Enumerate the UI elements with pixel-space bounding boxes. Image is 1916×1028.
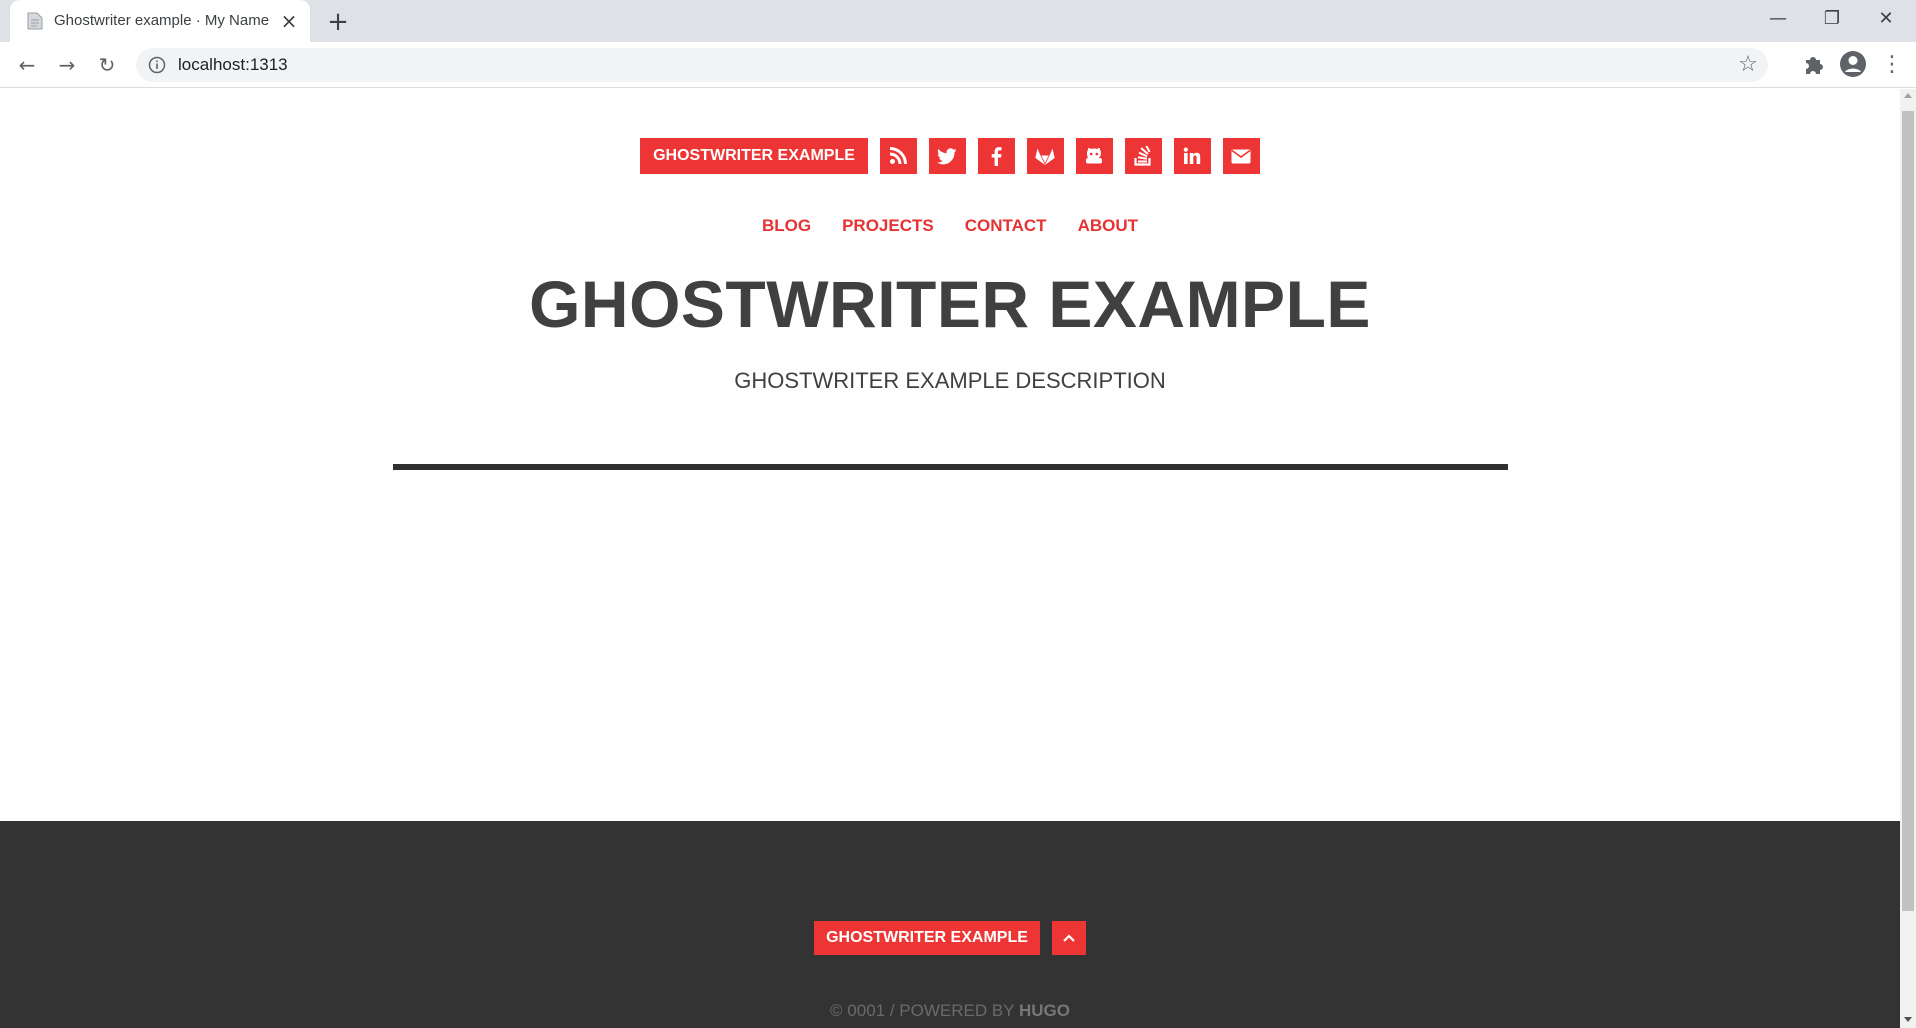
github-icon[interactable] xyxy=(1075,138,1113,174)
scroll-down-icon[interactable] xyxy=(1904,1017,1912,1022)
back-icon[interactable]: ← xyxy=(12,50,42,80)
new-tab-icon[interactable]: + xyxy=(324,8,352,36)
stackoverflow-icon[interactable] xyxy=(1124,138,1162,174)
twitter-icon[interactable] xyxy=(928,138,966,174)
copyright: © 0001 / POWERED BY HUGO xyxy=(0,999,1900,1023)
facebook-icon[interactable] xyxy=(977,138,1015,174)
email-icon[interactable] xyxy=(1222,138,1260,174)
nav-blog[interactable]: BLOG xyxy=(762,213,811,239)
footer-row: GHOSTWRITER EXAMPLE xyxy=(0,921,1900,955)
browser-toolbar: ← → ↻ localhost:1313 ☆ ⋮ xyxy=(0,42,1916,88)
profile-icon[interactable] xyxy=(1838,49,1868,79)
address-bar[interactable]: localhost:1313 ☆ xyxy=(136,48,1768,82)
reload-icon[interactable]: ↻ xyxy=(92,50,122,80)
scrollbar[interactable] xyxy=(1900,89,1916,1028)
tab-strip: Ghostwriter example · My Name × + — ❐ ✕ xyxy=(0,0,1916,42)
page-viewport: GHOSTWRITER EXAMPLE BLOG PROJECTS CONTAC… xyxy=(0,89,1900,1028)
linkedin-icon[interactable] xyxy=(1173,138,1211,174)
info-icon[interactable] xyxy=(148,56,166,74)
chevron-up-icon xyxy=(1063,934,1075,942)
main-nav: BLOG PROJECTS CONTACT ABOUT xyxy=(0,213,1900,239)
nav-contact[interactable]: CONTACT xyxy=(965,213,1047,239)
forward-icon[interactable]: → xyxy=(52,50,82,80)
page-icon xyxy=(27,12,43,30)
rss-icon[interactable] xyxy=(879,138,917,174)
maximize-button[interactable]: ❐ xyxy=(1810,4,1854,34)
close-window-button[interactable]: ✕ xyxy=(1864,4,1908,34)
bookmark-star-icon[interactable]: ☆ xyxy=(1736,53,1760,77)
scroll-thumb[interactable] xyxy=(1902,111,1914,911)
nav-projects[interactable]: PROJECTS xyxy=(842,213,934,239)
tab-title: Ghostwriter example · My Name xyxy=(54,12,270,29)
gitlab-icon[interactable] xyxy=(1026,138,1064,174)
brand-button[interactable]: GHOSTWRITER EXAMPLE xyxy=(640,138,868,174)
minimize-button[interactable]: — xyxy=(1756,4,1800,34)
header-divider xyxy=(393,464,1508,470)
hugo-link[interactable]: HUGO xyxy=(1019,1001,1070,1020)
footer-brand-button[interactable]: GHOSTWRITER EXAMPLE xyxy=(814,921,1040,955)
site-title: GHOSTWRITER EXAMPLE xyxy=(529,267,1371,341)
copyright-text: © 0001 / POWERED BY xyxy=(830,1001,1015,1020)
tab-close-icon[interactable]: × xyxy=(278,10,300,32)
back-to-top-button[interactable] xyxy=(1051,921,1086,955)
nav-about[interactable]: ABOUT xyxy=(1078,213,1138,239)
site-footer: GHOSTWRITER EXAMPLE © 0001 / POWERED BY … xyxy=(0,821,1900,1028)
scroll-up-icon[interactable] xyxy=(1904,93,1912,98)
browser-menu-icon[interactable]: ⋮ xyxy=(1880,50,1904,80)
browser-tab[interactable]: Ghostwriter example · My Name × xyxy=(10,0,310,42)
site-topbar: GHOSTWRITER EXAMPLE xyxy=(0,138,1900,174)
site-description: GHOSTWRITER EXAMPLE DESCRIPTION xyxy=(734,368,1166,393)
url-text[interactable]: localhost:1313 xyxy=(178,55,288,75)
extensions-icon[interactable] xyxy=(1800,50,1828,78)
